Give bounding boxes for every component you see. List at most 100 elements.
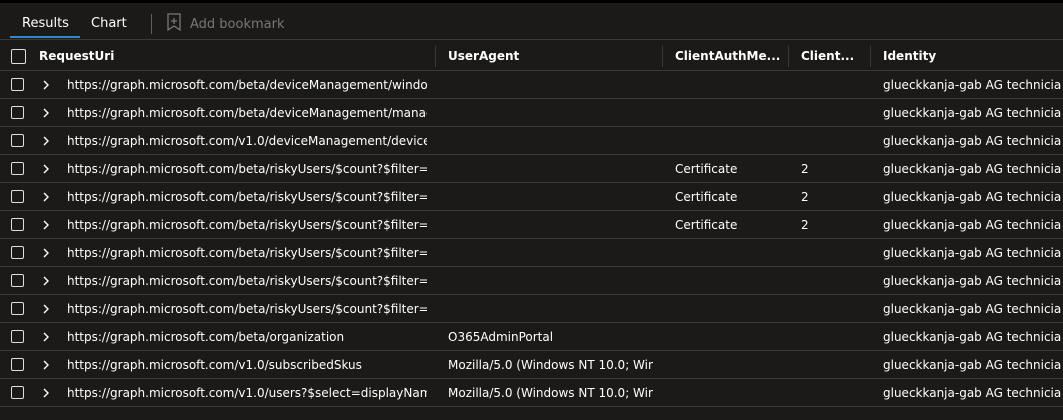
row-checkbox[interactable] (11, 106, 24, 119)
row-checkbox[interactable] (11, 302, 24, 315)
table-row[interactable]: https://graph.microsoft.com/v1.0/deviceM… (0, 127, 1063, 155)
select-all-checkbox[interactable] (11, 49, 26, 64)
cell-requesturi: https://graph.microsoft.com/v1.0/deviceM… (67, 133, 427, 148)
cell-client (801, 239, 861, 266)
cell-clientauthmethod (675, 323, 785, 350)
tab-chart[interactable]: Chart (91, 16, 127, 31)
header-row: RequestUri UserAgent ClientAuthMe... Cli… (0, 42, 1063, 71)
cell-identity: glueckkanja-gab AG technician (883, 357, 1061, 372)
cell-identity: glueckkanja-gab AG technician (883, 301, 1061, 316)
cell-clientauthmethod (675, 379, 785, 406)
top-border (0, 0, 1063, 3)
cell-clientauthmethod (675, 267, 785, 294)
chevron-right-icon[interactable] (40, 331, 52, 343)
table-row[interactable]: https://graph.microsoft.com/beta/riskyUs… (0, 155, 1063, 183)
cell-client (801, 295, 861, 322)
cell-client: 2 (801, 161, 809, 176)
table-row[interactable]: https://graph.microsoft.com/beta/deviceM… (0, 71, 1063, 99)
cell-requesturi: https://graph.microsoft.com/beta/organiz… (67, 329, 345, 344)
column-header-useragent[interactable]: UserAgent (448, 42, 653, 70)
cell-requesturi: https://graph.microsoft.com/beta/riskyUs… (67, 189, 427, 204)
cell-identity: glueckkanja-gab AG technician (883, 329, 1061, 344)
cell-useragent (448, 127, 653, 154)
results-grid: RequestUri UserAgent ClientAuthMe... Cli… (0, 42, 1063, 407)
table-row[interactable]: https://graph.microsoft.com/beta/deviceM… (0, 99, 1063, 127)
chevron-right-icon[interactable] (40, 219, 52, 231)
row-checkbox[interactable] (11, 190, 24, 203)
cell-clientauthmethod (675, 99, 785, 126)
cell-client (801, 71, 861, 98)
chevron-right-icon[interactable] (40, 303, 52, 315)
row-checkbox[interactable] (11, 162, 24, 175)
column-header-client[interactable]: Client... (801, 42, 861, 70)
column-divider[interactable] (662, 46, 663, 67)
column-divider[interactable] (788, 46, 789, 67)
cell-identity: glueckkanja-gab AG technician (883, 77, 1061, 92)
cell-requesturi: https://graph.microsoft.com/beta/riskyUs… (67, 245, 427, 260)
table-row[interactable]: https://graph.microsoft.com/beta/riskyUs… (0, 211, 1063, 239)
cell-requesturi: https://graph.microsoft.com/beta/riskyUs… (67, 161, 427, 176)
column-divider[interactable] (870, 46, 871, 67)
tab-results[interactable]: Results (22, 16, 69, 31)
chevron-right-icon[interactable] (40, 135, 52, 147)
chevron-right-icon[interactable] (40, 275, 52, 287)
cell-requesturi: https://graph.microsoft.com/beta/riskyUs… (67, 273, 427, 288)
cell-identity: glueckkanja-gab AG technician (883, 273, 1061, 288)
cell-useragent (448, 211, 653, 238)
cell-requesturi: https://graph.microsoft.com/beta/deviceM… (67, 105, 427, 120)
cell-useragent (448, 71, 653, 98)
cell-identity: glueckkanja-gab AG technician (883, 189, 1061, 204)
chevron-right-icon[interactable] (40, 359, 52, 371)
cell-client (801, 379, 861, 406)
add-bookmark-button[interactable]: Add bookmark (166, 13, 285, 34)
cell-clientauthmethod (675, 239, 785, 266)
chevron-right-icon[interactable] (40, 191, 52, 203)
table-row[interactable]: https://graph.microsoft.com/v1.0/subscri… (0, 351, 1063, 379)
row-checkbox[interactable] (11, 330, 24, 343)
cell-clientauthmethod: Certificate (675, 161, 738, 176)
row-checkbox[interactable] (11, 274, 24, 287)
table-row[interactable]: https://graph.microsoft.com/beta/organiz… (0, 323, 1063, 351)
row-checkbox[interactable] (11, 246, 24, 259)
cell-identity: glueckkanja-gab AG technician (883, 105, 1061, 120)
table-row[interactable]: https://graph.microsoft.com/beta/riskyUs… (0, 295, 1063, 323)
row-checkbox[interactable] (11, 386, 24, 399)
row-checkbox[interactable] (11, 78, 24, 91)
chevron-right-icon[interactable] (40, 107, 52, 119)
chevron-right-icon[interactable] (40, 387, 52, 399)
tab-bar: Results Chart Add bookmark (0, 0, 1063, 40)
row-checkbox[interactable] (11, 358, 24, 371)
cell-clientauthmethod: Certificate (675, 217, 738, 232)
active-tab-indicator (10, 36, 80, 38)
table-row[interactable]: https://graph.microsoft.com/v1.0/users?$… (0, 379, 1063, 407)
chevron-right-icon[interactable] (40, 79, 52, 91)
cell-identity: glueckkanja-gab AG technician (883, 385, 1061, 400)
chevron-right-icon[interactable] (40, 247, 52, 259)
cell-client: 2 (801, 189, 809, 204)
table-body: https://graph.microsoft.com/beta/deviceM… (0, 71, 1063, 407)
column-header-clientauthmethod[interactable]: ClientAuthMe... (675, 42, 785, 70)
column-divider[interactable] (435, 46, 436, 67)
cell-identity: glueckkanja-gab AG technician (883, 161, 1061, 176)
row-checkbox[interactable] (11, 218, 24, 231)
cell-requesturi: https://graph.microsoft.com/beta/deviceM… (67, 77, 427, 92)
cell-requesturi: https://graph.microsoft.com/beta/riskyUs… (67, 217, 427, 232)
table-row[interactable]: https://graph.microsoft.com/beta/riskyUs… (0, 267, 1063, 295)
column-header-identity[interactable]: Identity (883, 42, 1061, 70)
cell-requesturi: https://graph.microsoft.com/beta/riskyUs… (67, 301, 427, 316)
cell-clientauthmethod (675, 127, 785, 154)
column-header-requesturi[interactable]: RequestUri (39, 42, 399, 70)
cell-useragent (448, 239, 653, 266)
cell-useragent: Mozilla/5.0 (Windows NT 10.0; Win6... (448, 385, 653, 400)
table-row[interactable]: https://graph.microsoft.com/beta/riskyUs… (0, 183, 1063, 211)
cell-useragent (448, 99, 653, 126)
table-row[interactable]: https://graph.microsoft.com/beta/riskyUs… (0, 239, 1063, 267)
chevron-right-icon[interactable] (40, 163, 52, 175)
cell-client (801, 323, 861, 350)
row-checkbox[interactable] (11, 134, 24, 147)
cell-clientauthmethod (675, 295, 785, 322)
cell-useragent (448, 155, 653, 182)
cell-client: 2 (801, 217, 809, 232)
cell-identity: glueckkanja-gab AG technician (883, 217, 1061, 232)
cell-useragent (448, 267, 653, 294)
